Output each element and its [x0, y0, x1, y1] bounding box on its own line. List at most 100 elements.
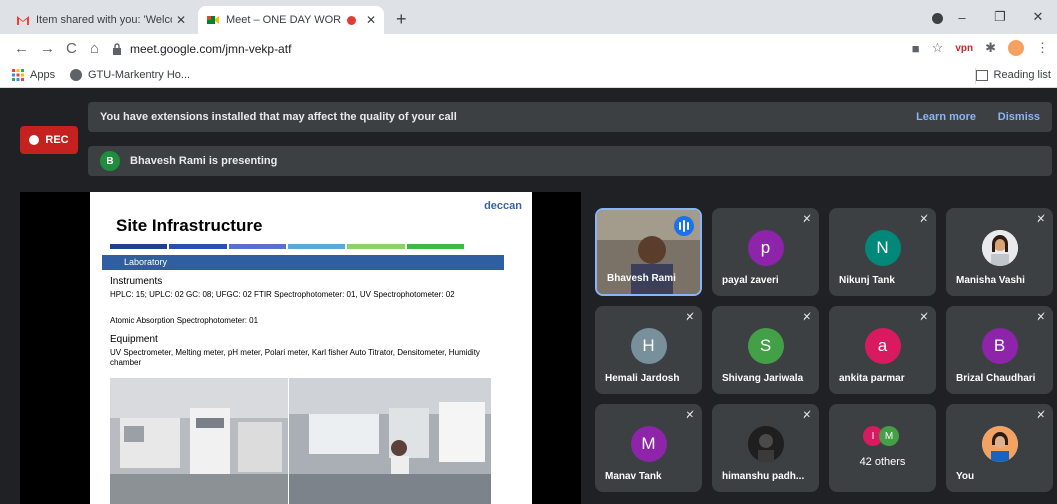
- recording-badge: REC: [20, 126, 78, 154]
- participant-tile-manisha[interactable]: ✕̸ Manisha Vashi: [946, 208, 1053, 296]
- extensions-puzzle-icon[interactable]: ✱: [985, 40, 996, 56]
- participant-name: Manisha Vashi: [956, 275, 1025, 286]
- participant-tile-nikunj[interactable]: ✕̸ N Nikunj Tank: [829, 208, 936, 296]
- record-dot-icon: [29, 135, 40, 145]
- participant-name: You: [956, 471, 975, 482]
- avatar: N: [864, 230, 901, 266]
- slide-color-bar-0: [110, 244, 168, 249]
- mic-off-icon: ✕̸: [1036, 312, 1045, 323]
- star-icon[interactable]: ☆: [932, 40, 944, 56]
- learn-more-link[interactable]: Learn more: [916, 111, 976, 123]
- tab-title: Item shared with you: 'Welcome: [36, 14, 172, 26]
- address-bar[interactable]: meet.google.com/jmn-vekp-atf: [112, 38, 932, 60]
- lab-photo-right: [289, 378, 491, 504]
- slide-heading-instruments: Instruments: [110, 276, 163, 287]
- forward-icon[interactable]: →: [40, 40, 55, 58]
- participant-tile-shivang[interactable]: ✕̸ S Shivang Jariwala: [712, 306, 819, 394]
- dismiss-button[interactable]: Dismiss: [998, 111, 1040, 123]
- bookmarks-bar: Apps GTU-Markentry Ho... Reading list: [0, 64, 1057, 88]
- participant-name: Hemali Jardosh: [605, 373, 680, 384]
- close-tab-icon[interactable]: ✕: [176, 13, 186, 27]
- slide-heading-equipment: Equipment: [110, 334, 158, 345]
- extension-warning-banner: You have extensions installed that may a…: [88, 102, 1052, 132]
- reading-list-icon: [975, 69, 988, 81]
- close-window-button[interactable]: ✕: [1019, 9, 1057, 25]
- avatar: [981, 426, 1018, 462]
- recording-indicator-icon: [346, 15, 356, 25]
- extension-vpn-icon[interactable]: vpn: [955, 43, 973, 54]
- new-tab-button[interactable]: +: [396, 10, 407, 28]
- participant-tile-ankita[interactable]: ✕̸ a ankita parmar: [829, 306, 936, 394]
- meet-call-area: REC You have extensions installed that m…: [0, 88, 1057, 504]
- lock-icon: [113, 43, 121, 55]
- presenting-text: Bhavesh Rami is presenting: [130, 155, 278, 167]
- participant-tile-himanshu[interactable]: ✕̸ himanshu padh...: [712, 404, 819, 492]
- participant-tile-brizal[interactable]: ✕̸ B Brizal Chaudhari: [946, 306, 1053, 394]
- back-icon[interactable]: ←: [14, 40, 29, 58]
- others-avatar: M: [879, 426, 899, 446]
- participant-name: Bhavesh Rami: [607, 273, 676, 284]
- mic-off-icon: ✕̸: [802, 410, 811, 421]
- avatar: [981, 230, 1018, 266]
- camera-icon[interactable]: ■: [912, 41, 920, 56]
- participant-name: payal zaveri: [722, 275, 779, 286]
- others-tile[interactable]: I M 42 others: [829, 404, 936, 492]
- participant-tile-hemali[interactable]: ✕̸ H Hemali Jardosh: [595, 306, 702, 394]
- minimize-button[interactable]: –: [943, 10, 981, 25]
- tab-title: Meet – ONE DAY WORKSHC: [226, 14, 341, 26]
- home-icon[interactable]: ⌂: [90, 40, 99, 58]
- tab-meet[interactable]: Meet – ONE DAY WORKSHC ✕: [198, 6, 384, 34]
- close-tab-icon[interactable]: ✕: [366, 13, 376, 27]
- slide-brand-logo: deccan: [484, 200, 522, 212]
- gmail-icon: [17, 16, 29, 25]
- rec-label: REC: [45, 134, 69, 146]
- toolbar-icons: ■ ☆ vpn ✱ ⋮: [912, 40, 1049, 56]
- mic-off-icon: ✕̸: [802, 312, 811, 323]
- bookmark-apps[interactable]: Apps: [12, 69, 55, 81]
- profile-avatar-icon[interactable]: [1008, 40, 1024, 56]
- speaking-indicator-icon: [674, 216, 694, 236]
- presentation-stage[interactable]: deccan Site Infrastructure Laboratory In…: [20, 192, 581, 504]
- participant-tile-bhavesh[interactable]: Bhavesh Rami: [595, 208, 702, 296]
- menu-icon[interactable]: ⋮: [1036, 40, 1049, 56]
- participant-tile-payal[interactable]: ✕̸ p payal zaveri: [712, 208, 819, 296]
- participant-name: himanshu padh...: [722, 471, 805, 482]
- lab-photo-left: [110, 378, 288, 504]
- avatar: B: [981, 328, 1018, 364]
- avatar: M: [630, 426, 667, 462]
- browser-toolbar: ← → C ⌂ meet.google.com/jmn-vekp-atf ■ ☆…: [0, 34, 1057, 64]
- slide-color-bars: [110, 244, 464, 249]
- shared-slide: deccan Site Infrastructure Laboratory In…: [90, 192, 532, 504]
- browser-chrome: Item shared with you: 'Welcome ✕ Meet – …: [0, 0, 1057, 88]
- slide-text-instruments-2: Atomic Absorption Spectrophotometer: 01: [110, 316, 259, 325]
- participant-tile-manav[interactable]: ✕̸ M Manav Tank: [595, 404, 702, 492]
- participant-tile-you[interactable]: ✕̸ You: [946, 404, 1053, 492]
- maximize-button[interactable]: ❐: [981, 9, 1019, 25]
- bookmark-label: Apps: [30, 69, 56, 81]
- url-text: meet.google.com/jmn-vekp-atf: [130, 42, 292, 56]
- banner-text: You have extensions installed that may a…: [100, 111, 457, 123]
- avatar: [747, 426, 784, 462]
- presenter-avatar: B: [100, 151, 120, 171]
- bookmark-gtu[interactable]: GTU-Markentry Ho...: [70, 69, 190, 81]
- slide-color-bar-5: [406, 244, 464, 249]
- participant-name: Manav Tank: [605, 471, 662, 482]
- meet-icon: [207, 16, 219, 24]
- slide-color-bar-2: [228, 244, 286, 249]
- mic-off-icon: ✕̸: [1036, 410, 1045, 421]
- tab-strip: Item shared with you: 'Welcome ✕ Meet – …: [0, 0, 1057, 34]
- reload-icon[interactable]: C: [66, 40, 77, 58]
- slide-text-instruments: HPLC: 15; UPLC: 02 GC: 08; UFGC: 02 FTIR…: [110, 290, 455, 299]
- mic-off-icon: ✕̸: [919, 312, 928, 323]
- reading-list-label: Reading list: [993, 69, 1051, 81]
- mic-off-icon: ✕̸: [1036, 214, 1045, 225]
- reading-list-button[interactable]: Reading list: [975, 69, 1051, 81]
- globe-icon: [70, 69, 82, 81]
- mic-off-icon: ✕̸: [685, 410, 694, 421]
- slide-color-bar-1: [169, 244, 227, 249]
- mic-off-icon: ✕̸: [685, 312, 694, 323]
- profile-dot-icon[interactable]: [932, 13, 943, 24]
- tab-gmail[interactable]: Item shared with you: 'Welcome ✕: [8, 6, 194, 34]
- others-count: 42 others: [859, 456, 906, 468]
- avatar: H: [630, 328, 667, 364]
